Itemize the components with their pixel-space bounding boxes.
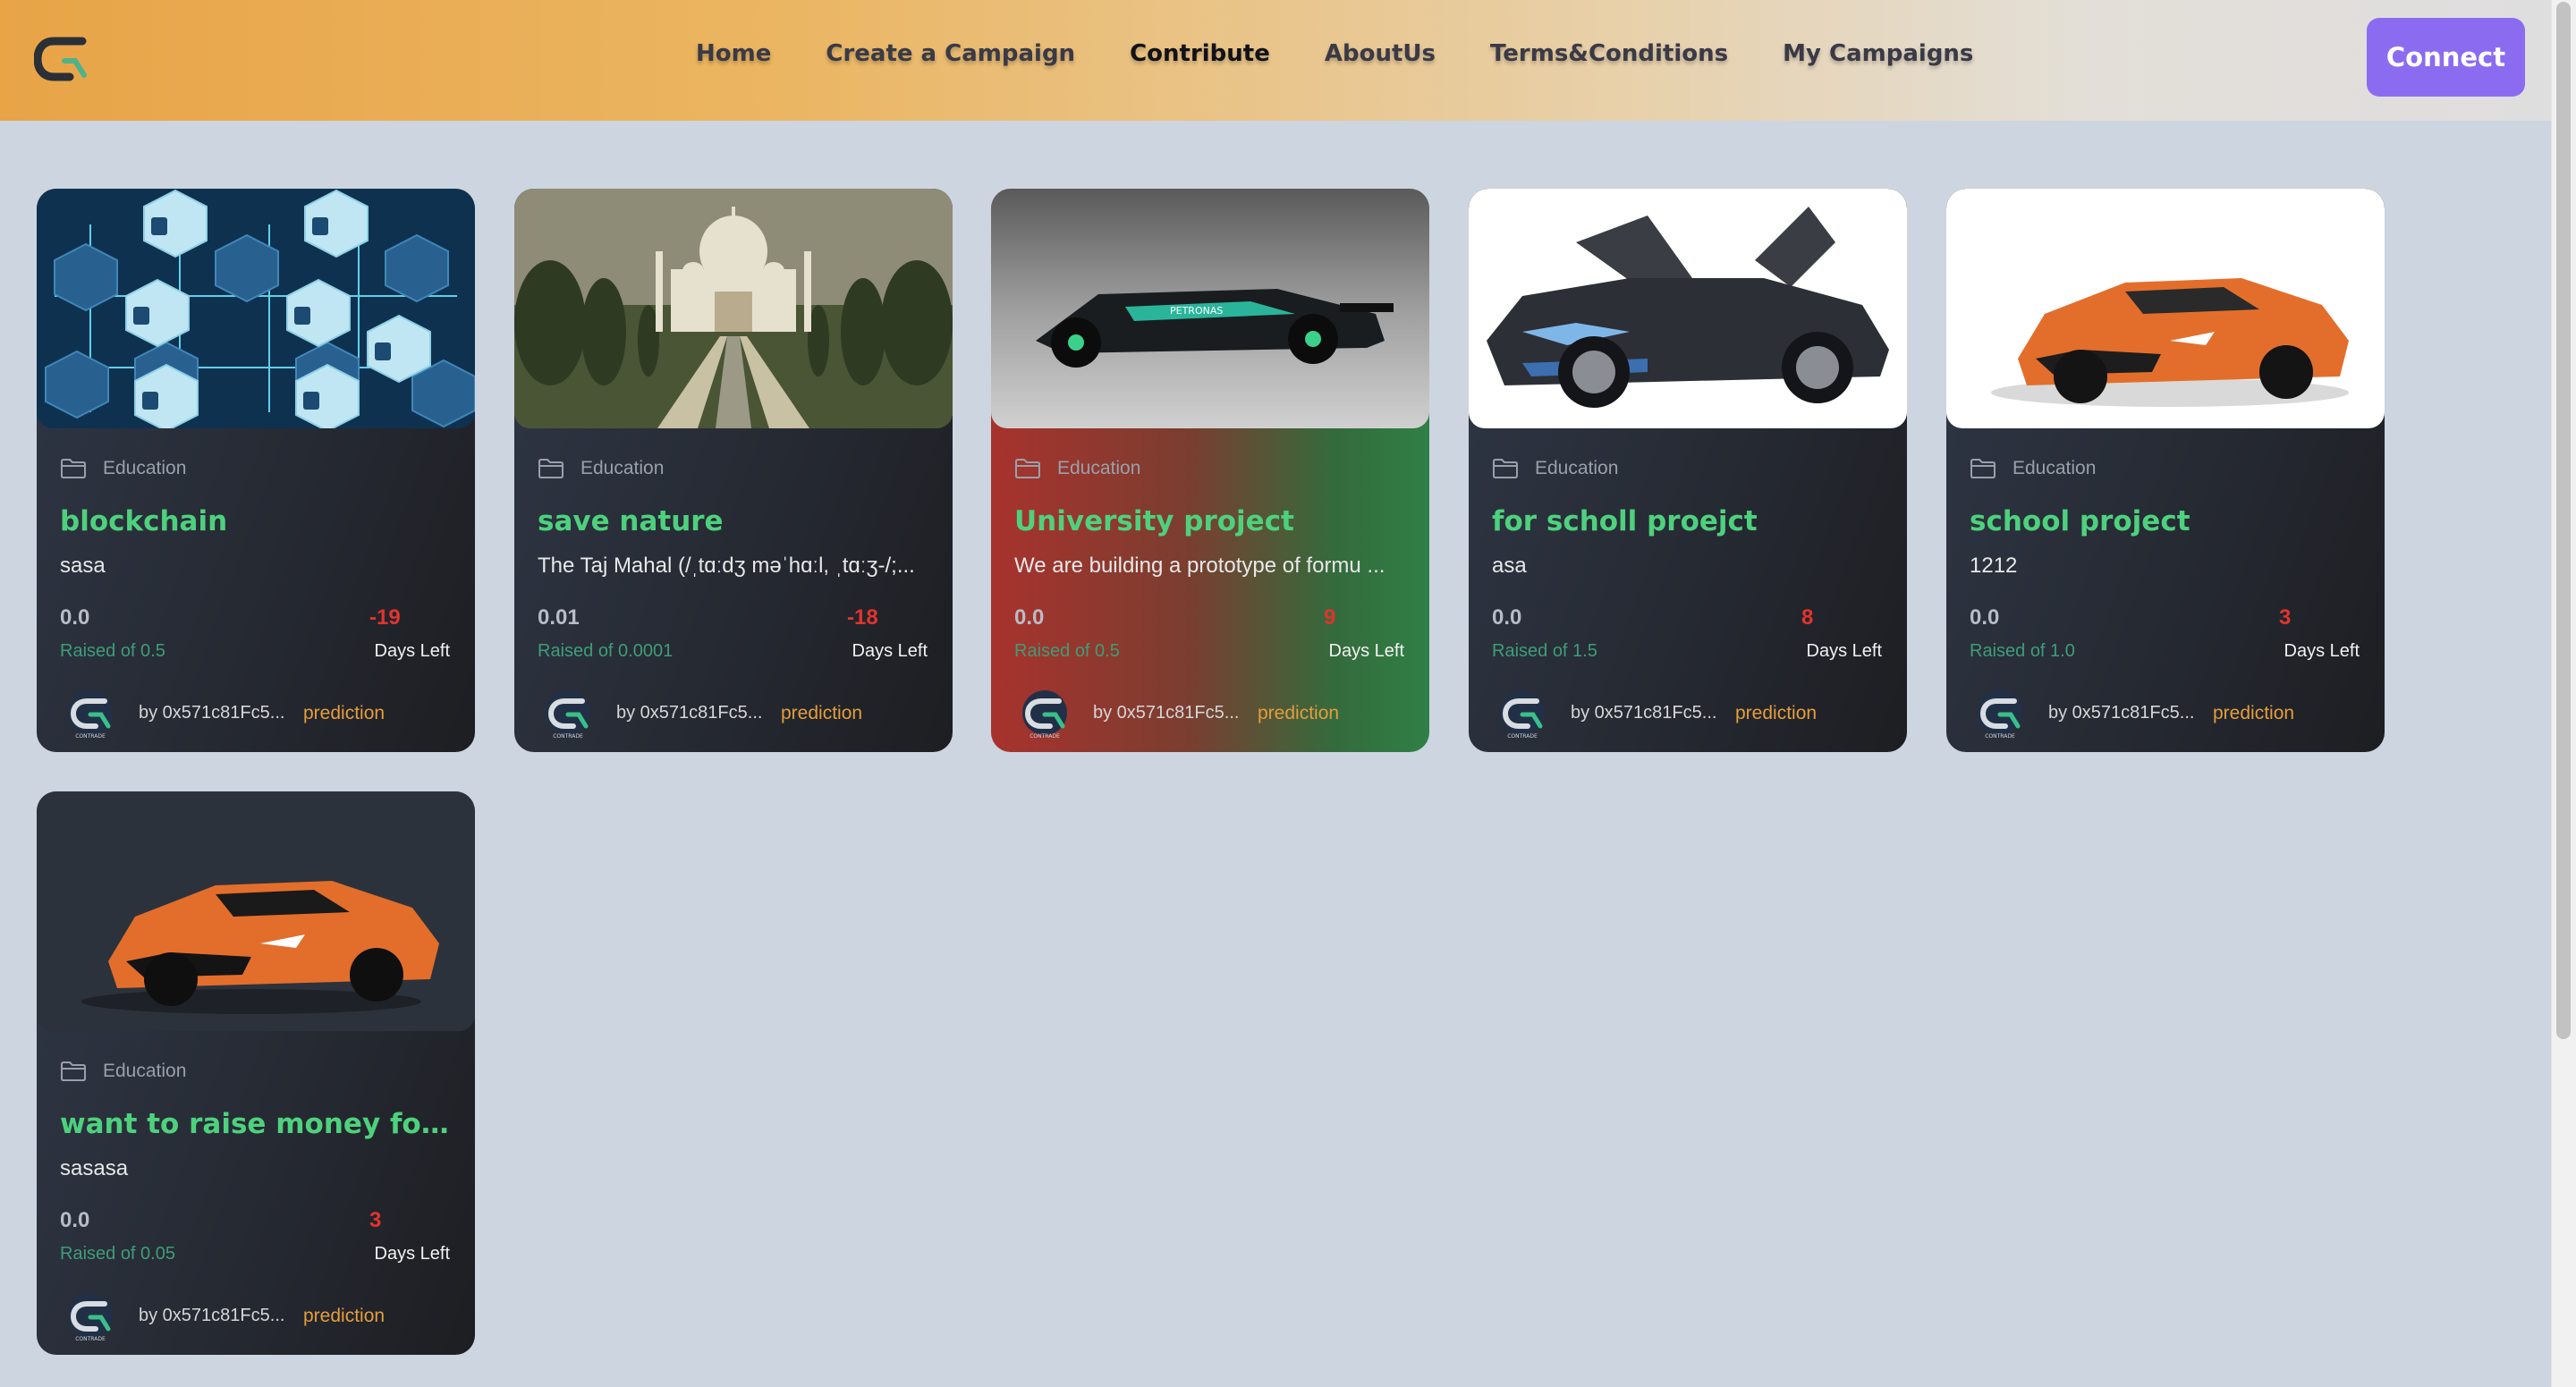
campaign-description: asa xyxy=(1492,554,1527,578)
owner-address: by 0x571c81Fc5... xyxy=(1093,703,1240,723)
prediction-link[interactable]: prediction xyxy=(1735,703,1817,724)
campaign-title[interactable]: want to raise money for liv... xyxy=(60,1108,453,1140)
bmw-i8-image xyxy=(1469,189,1907,428)
campaign-card[interactable]: Education blockchain sasa 0.0 Raised of … xyxy=(37,189,475,752)
owner-address: by 0x571c81Fc5... xyxy=(139,1306,285,1325)
owner-avatar xyxy=(64,689,117,740)
category-row: Education xyxy=(538,455,664,482)
raised-target: Raised of 1.0 xyxy=(1970,641,2075,661)
campaign-card[interactable]: Education school project 1212 0.0 Raised… xyxy=(1946,189,2385,752)
owner-address: by 0x571c81Fc5... xyxy=(1571,703,1717,723)
raised-amount: 0.0 xyxy=(1492,605,1522,630)
nav-contribute-link[interactable]: Contribute xyxy=(1130,40,1270,67)
raised-target: Raised of 0.5 xyxy=(60,641,165,661)
prediction-link[interactable]: prediction xyxy=(1258,703,1339,724)
campaign-description: sasasa xyxy=(60,1156,129,1180)
category-label: Education xyxy=(103,1061,187,1081)
f1-car-image: PETRONAS xyxy=(991,189,1429,428)
svg-text:PETRONAS: PETRONAS xyxy=(1170,305,1223,317)
days-left-label: Days Left xyxy=(852,641,928,661)
nav-create-campaign-link[interactable]: Create a Campaign xyxy=(826,40,1075,67)
connect-button[interactable]: Connect xyxy=(2367,18,2525,97)
campaign-card[interactable]: Education want to raise money for liv...… xyxy=(37,791,475,1355)
days-left-value: -19 xyxy=(369,605,401,630)
category-label: Education xyxy=(1057,458,1141,478)
campaign-description: The Taj Mahal (/ˌtɑːdʒ məˈhɑːl, ˌtɑːʒ-/;… xyxy=(538,554,915,578)
prediction-link[interactable]: prediction xyxy=(781,703,862,724)
days-left-label: Days Left xyxy=(1328,641,1404,661)
folder-icon xyxy=(1014,458,1041,479)
category-label: Education xyxy=(1535,458,1619,478)
days-left-label: Days Left xyxy=(2284,641,2360,661)
nav-aboutus-link[interactable]: AboutUs xyxy=(1325,40,1436,67)
owner-address: by 0x571c81Fc5... xyxy=(2048,703,2195,723)
folder-icon xyxy=(60,458,87,479)
category-label: Education xyxy=(103,458,187,478)
folder-icon xyxy=(538,458,564,479)
folder-icon xyxy=(1492,458,1519,479)
campaign-description: sasa xyxy=(60,554,106,578)
raised-amount: 0.0 xyxy=(1970,605,2000,630)
category-row: Education xyxy=(1014,455,1140,482)
campaign-card[interactable]: Education for scholl proejct asa 0.0 Rai… xyxy=(1469,189,1907,752)
nft-cubes-image xyxy=(37,189,475,428)
campaign-card[interactable]: Education save nature The Taj Mahal (/ˌt… xyxy=(514,189,953,752)
category-row: Education xyxy=(1492,455,1618,482)
owner-avatar xyxy=(1018,689,1072,740)
raised-amount: 0.01 xyxy=(538,605,580,630)
campaign-description: We are building a prototype of formu ... xyxy=(1014,554,1385,578)
prediction-link[interactable]: prediction xyxy=(303,1306,385,1327)
owner-avatar xyxy=(1973,689,2027,740)
raised-target: Raised of 1.5 xyxy=(1492,641,1597,661)
scrollbar-thumb[interactable] xyxy=(2556,2,2571,1039)
nav-home-link[interactable]: Home xyxy=(696,40,771,67)
campaign-title[interactable]: blockchain xyxy=(60,505,453,537)
prediction-link[interactable]: prediction xyxy=(303,703,385,724)
nav-my-campaigns-link[interactable]: My Campaigns xyxy=(1783,40,1973,67)
raised-amount: 0.0 xyxy=(60,1208,90,1232)
nav-terms-link[interactable]: Terms&Conditions xyxy=(1490,40,1728,67)
logo[interactable] xyxy=(34,34,93,84)
taj-mahal-image xyxy=(514,189,953,428)
days-left-label: Days Left xyxy=(1806,641,1882,661)
orange-supercar-image xyxy=(1946,189,2385,428)
owner-avatar xyxy=(541,689,595,740)
owner-avatar xyxy=(1496,689,1549,740)
category-row: Education xyxy=(1970,455,2096,482)
category-row: Education xyxy=(60,1058,186,1085)
category-label: Education xyxy=(580,458,665,478)
campaign-title[interactable]: save nature xyxy=(538,505,931,537)
folder-icon xyxy=(60,1061,87,1082)
nav-links: Home Create a Campaign Contribute AboutU… xyxy=(696,38,1973,70)
days-left-label: Days Left xyxy=(374,1244,450,1264)
campaign-title[interactable]: school project xyxy=(1970,505,2363,537)
days-left-value: -18 xyxy=(847,605,878,630)
owner-address: by 0x571c81Fc5... xyxy=(616,703,763,723)
campaign-title[interactable]: for scholl proejct xyxy=(1492,505,1885,537)
days-left-value: 8 xyxy=(1801,605,1814,630)
owner-address: by 0x571c81Fc5... xyxy=(139,703,285,723)
owner-avatar xyxy=(64,1292,117,1342)
campaign-description: 1212 xyxy=(1970,554,2018,578)
category-row: Education xyxy=(60,455,186,482)
raised-target: Raised of 0.0001 xyxy=(538,641,674,661)
days-left-label: Days Left xyxy=(374,641,450,661)
folder-icon xyxy=(1970,458,1996,479)
campaign-card[interactable]: PETRONAS Education University project We… xyxy=(991,189,1429,752)
top-navbar: Home Create a Campaign Contribute AboutU… xyxy=(0,0,2551,121)
days-left-value: 3 xyxy=(2279,605,2292,630)
raised-amount: 0.0 xyxy=(60,605,90,630)
days-left-value: 3 xyxy=(369,1208,382,1232)
raised-amount: 0.0 xyxy=(1014,605,1045,630)
orange-supercar-dark-image xyxy=(37,791,475,1031)
days-left-value: 9 xyxy=(1324,605,1336,630)
campaign-title[interactable]: University project xyxy=(1014,505,1408,537)
raised-target: Raised of 0.05 xyxy=(60,1244,175,1264)
prediction-link[interactable]: prediction xyxy=(2213,703,2294,724)
raised-target: Raised of 0.5 xyxy=(1014,641,1120,661)
category-label: Education xyxy=(2012,458,2097,478)
